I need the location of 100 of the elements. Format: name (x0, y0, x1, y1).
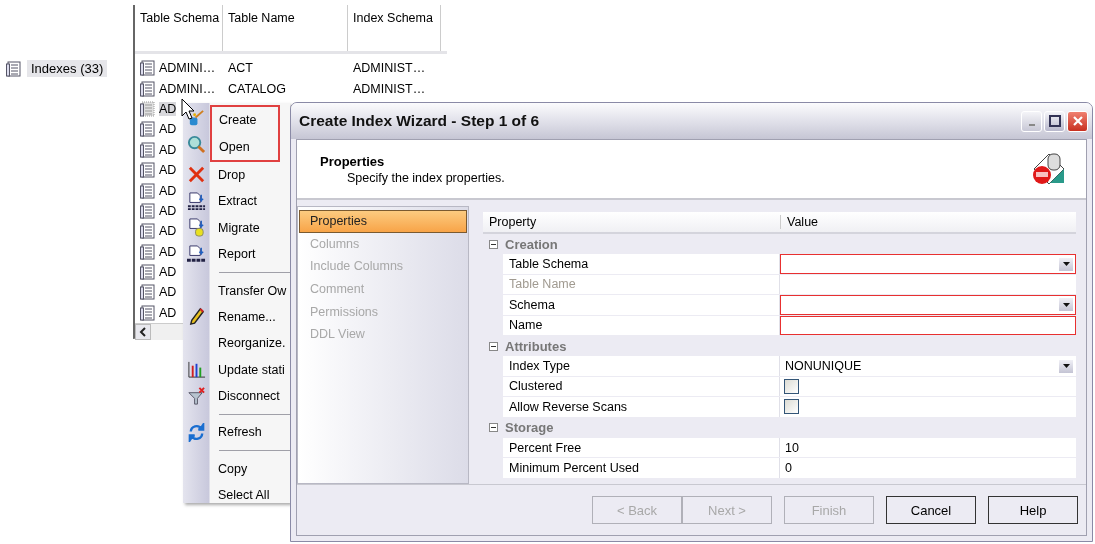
checkbox[interactable] (784, 399, 799, 415)
step-item[interactable]: Properties (299, 210, 467, 233)
menu-item[interactable]: Update stati (183, 356, 290, 383)
menu-item[interactable]: Transfer Ow (183, 277, 290, 304)
menu-item[interactable]: Open (212, 133, 278, 160)
menu-item[interactable]: Refresh (183, 419, 290, 446)
list-icon (140, 284, 156, 301)
table-cell: AD (159, 224, 177, 239)
input-field[interactable]: 0 (780, 458, 1076, 478)
table-cell: AD (159, 101, 177, 116)
menu-item[interactable]: Create (212, 107, 278, 134)
menu-item[interactable]: Migrate (183, 214, 290, 241)
list-icon (6, 60, 22, 77)
input-field[interactable] (780, 315, 1076, 335)
property-label: Percent Free (503, 437, 780, 458)
list-icon (140, 304, 156, 321)
list-icon (140, 223, 156, 240)
refresh-icon (187, 423, 206, 442)
list-icon (140, 264, 156, 281)
dropdown-field[interactable] (780, 295, 1076, 315)
window-title: Create Index Wizard - Step 1 of 6 (299, 112, 541, 130)
table-cell: ADMINI… (159, 61, 216, 76)
caret-icon (1062, 364, 1070, 369)
list-icon (140, 182, 156, 199)
property-label: Schema (503, 295, 780, 315)
menu-item[interactable]: Drop (183, 161, 290, 189)
table-cell: AD (159, 142, 177, 157)
dropdown-field[interactable]: NONUNIQUE (780, 356, 1076, 376)
column-header: Value (780, 215, 1076, 229)
table-cell: ADMINI… (159, 81, 216, 96)
table-cell: ACT (228, 61, 253, 76)
delete-icon (187, 165, 206, 185)
list-icon (140, 202, 156, 219)
close-button[interactable] (1067, 110, 1088, 132)
menu-item[interactable]: Disconnect (183, 382, 290, 410)
dropdown-field[interactable] (780, 254, 1076, 274)
wand-icon (187, 108, 206, 128)
caret-icon (1062, 302, 1070, 307)
column-header[interactable]: Index Schema (348, 5, 441, 51)
maximize-button[interactable] (1044, 110, 1065, 132)
table-cell: AD (159, 122, 177, 137)
wizard-button[interactable]: Cancel (886, 496, 976, 524)
table-cell: AD (159, 285, 177, 300)
collapse-icon[interactable] (489, 341, 498, 351)
maximize-icon (1048, 115, 1061, 127)
step-title: Properties (320, 153, 386, 169)
column-header: Property (488, 215, 538, 229)
column-header[interactable]: Table Name (223, 5, 348, 51)
property-label: Minimum Percent Used (503, 458, 780, 478)
bar-chart-icon (187, 360, 206, 380)
step-description: Specify the index properties. (346, 170, 505, 185)
pencil-icon (187, 307, 206, 327)
table-cell: ADMINIST… (353, 81, 426, 96)
list-icon (140, 60, 156, 77)
property-label: Allow Reverse Scans (503, 397, 780, 417)
list-icon (140, 100, 156, 117)
menu-item[interactable]: Report (183, 240, 290, 268)
list-icon (140, 121, 156, 138)
collapse-icon[interactable] (489, 239, 498, 249)
mouse-cursor-icon (181, 98, 195, 120)
property-label: Name (503, 315, 780, 335)
collapse-icon[interactable] (489, 423, 498, 433)
group-label: Creation (505, 236, 558, 252)
caret-icon (1062, 262, 1070, 267)
wizard-button[interactable]: Help (988, 496, 1078, 524)
sql-file-icon (187, 191, 206, 211)
table-cell: ADMINIST… (353, 61, 426, 76)
column-header[interactable]: Table Schema (135, 5, 223, 51)
table-cell: AD (159, 305, 177, 320)
property-label: Table Name (503, 274, 780, 295)
table-cell: AD (159, 265, 177, 280)
list-icon (140, 141, 156, 158)
html-file-icon (187, 244, 206, 264)
property-label: Clustered (503, 376, 780, 397)
table-cell: CATALOG (228, 81, 286, 96)
menu-item[interactable]: Select All (183, 482, 290, 509)
list-icon (140, 80, 156, 97)
minimize-icon (1028, 124, 1035, 126)
file-database-icon (187, 218, 206, 238)
funnel-icon (187, 386, 206, 406)
table-cell: AD (159, 244, 177, 259)
list-icon (140, 162, 156, 179)
table-cell: AD (159, 203, 177, 218)
property-label: Index Type (503, 356, 780, 376)
group-label: Attributes (505, 338, 567, 354)
list-icon (140, 243, 156, 260)
magnifier-icon (187, 135, 206, 155)
table-cell: AD (159, 163, 177, 178)
menu-item[interactable]: Copy (183, 455, 290, 483)
scroll-left-button[interactable] (135, 324, 151, 341)
input-field[interactable]: 10 (780, 437, 1076, 458)
menu-item[interactable]: Rename... (183, 303, 290, 331)
chevron-left-icon (139, 327, 147, 338)
tree-item[interactable]: Indexes (33) (27, 60, 108, 77)
close-icon (1071, 115, 1084, 127)
property-label: Table Schema (503, 254, 780, 274)
menu-item[interactable]: Extract (183, 188, 290, 215)
menu-item[interactable]: Reorganize. (183, 330, 290, 357)
group-label: Storage (505, 420, 554, 436)
checkbox[interactable] (784, 378, 799, 394)
